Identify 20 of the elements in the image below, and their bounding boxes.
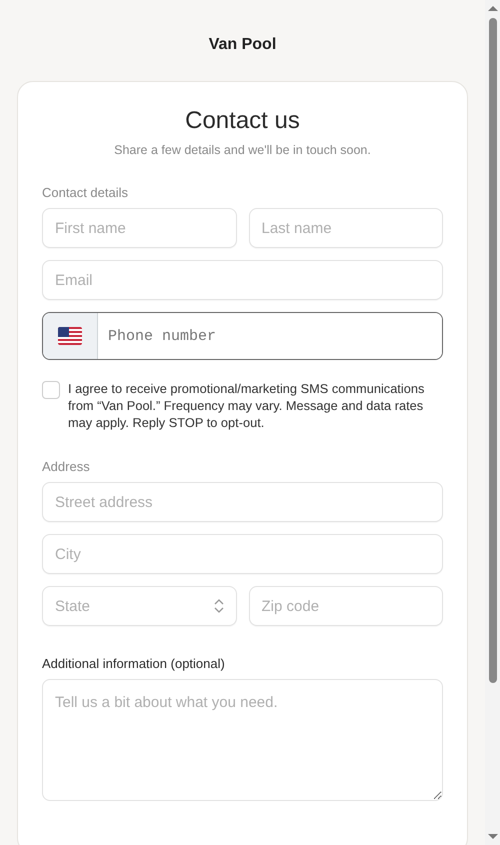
input-field[interactable]: Street address bbox=[42, 482, 443, 522]
site-title: Van Pool bbox=[208, 36, 276, 54]
field-label: Additional information (optional) bbox=[42, 656, 225, 671]
flag-icon bbox=[58, 327, 82, 345]
input-field[interactable]: Zip code bbox=[248, 586, 443, 626]
consent-text: I agree to receive promotional/marketing SMS communications from “Van Pool.” Frequency may vary. Message and data rates may apply. Reply STOP to opt-out. bbox=[68, 380, 426, 431]
input-field[interactable]: Email bbox=[42, 260, 443, 300]
section-label: Contact details bbox=[42, 185, 128, 200]
section-label: Address bbox=[42, 459, 90, 474]
text-area[interactable]: Tell us a bit about what you need. bbox=[42, 679, 443, 801]
form-title: Contact us bbox=[184, 106, 301, 136]
input-field[interactable]: Last name bbox=[248, 208, 443, 248]
scrollbar[interactable] bbox=[485, 0, 500, 845]
input-field[interactable]: First name bbox=[42, 208, 236, 248]
chevron-updown-icon bbox=[214, 598, 224, 614]
phone-field[interactable]: Phone number bbox=[42, 312, 443, 360]
input-field[interactable]: City bbox=[42, 534, 443, 574]
checkbox[interactable] bbox=[42, 381, 60, 399]
form-subtitle: Share a few details and we'll be in touch soon. bbox=[113, 143, 372, 157]
state-select[interactable]: State bbox=[42, 586, 236, 626]
